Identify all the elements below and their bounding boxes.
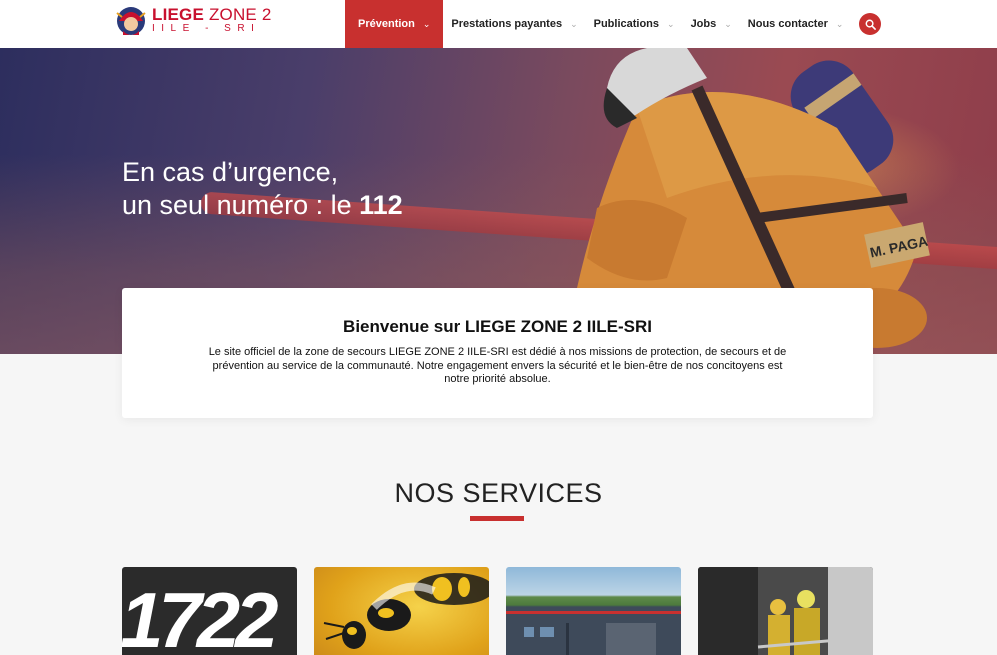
hero-title: En cas d’urgence, un seul numéro : le 11…	[122, 157, 403, 220]
search-icon	[865, 19, 876, 30]
chevron-down-icon: ⌄	[570, 18, 578, 29]
fire-station-image	[506, 607, 681, 655]
service-tile-1722[interactable]: 1722	[122, 567, 297, 655]
search-button[interactable]	[859, 13, 882, 35]
chevron-down-icon: ⌄	[835, 18, 844, 29]
services-title: NOS SERVICES	[394, 478, 603, 508]
nav-item-publications[interactable]: Publications ⌄	[586, 0, 683, 48]
emergency-number: 112	[359, 190, 403, 220]
nav-item-prestations-payantes[interactable]: Prestations payantes ⌄	[443, 0, 585, 48]
logo-subtitle: IILE - SRI	[152, 23, 261, 34]
tile-number: 1722	[122, 576, 279, 655]
main-nav: Prévention ⌄ Prestations payantes ⌄ Public…	[345, 0, 882, 48]
welcome-text: Le site officiel de la zone de secours L…	[208, 346, 787, 385]
service-tile-building[interactable]	[506, 567, 681, 655]
site-header: LIEGE ZONE 2 IILE - SRI Prévention ⌄ Pres…	[0, 0, 997, 48]
chevron-down-icon: ⌄	[422, 18, 431, 29]
welcome-card: Bienvenue sur LIEGE ZONE 2 IILE-SRI Le s…	[122, 288, 873, 418]
service-tile-firefighters[interactable]	[698, 567, 873, 655]
service-tile-wasp[interactable]	[314, 567, 489, 655]
welcome-title: Bienvenue sur LIEGE ZONE 2 IILE-SRI	[343, 317, 652, 336]
site-logo[interactable]: LIEGE ZONE 2 IILE - SRI	[114, 0, 272, 40]
nav-item-nous-contacter[interactable]: Nous contacter ⌄	[740, 0, 852, 48]
nav-item-prevention[interactable]: Prévention ⌄	[345, 0, 444, 48]
wasp-image	[323, 573, 489, 649]
chevron-down-icon: ⌄	[724, 18, 732, 29]
services-title-underline	[470, 516, 524, 521]
fire-helmet-logo-icon	[114, 1, 148, 39]
logo-title: LIEGE ZONE 2	[152, 5, 272, 24]
chevron-down-icon: ⌄	[667, 18, 675, 29]
nav-item-jobs[interactable]: Jobs ⌄	[683, 0, 740, 48]
firefighters-image	[698, 567, 873, 655]
